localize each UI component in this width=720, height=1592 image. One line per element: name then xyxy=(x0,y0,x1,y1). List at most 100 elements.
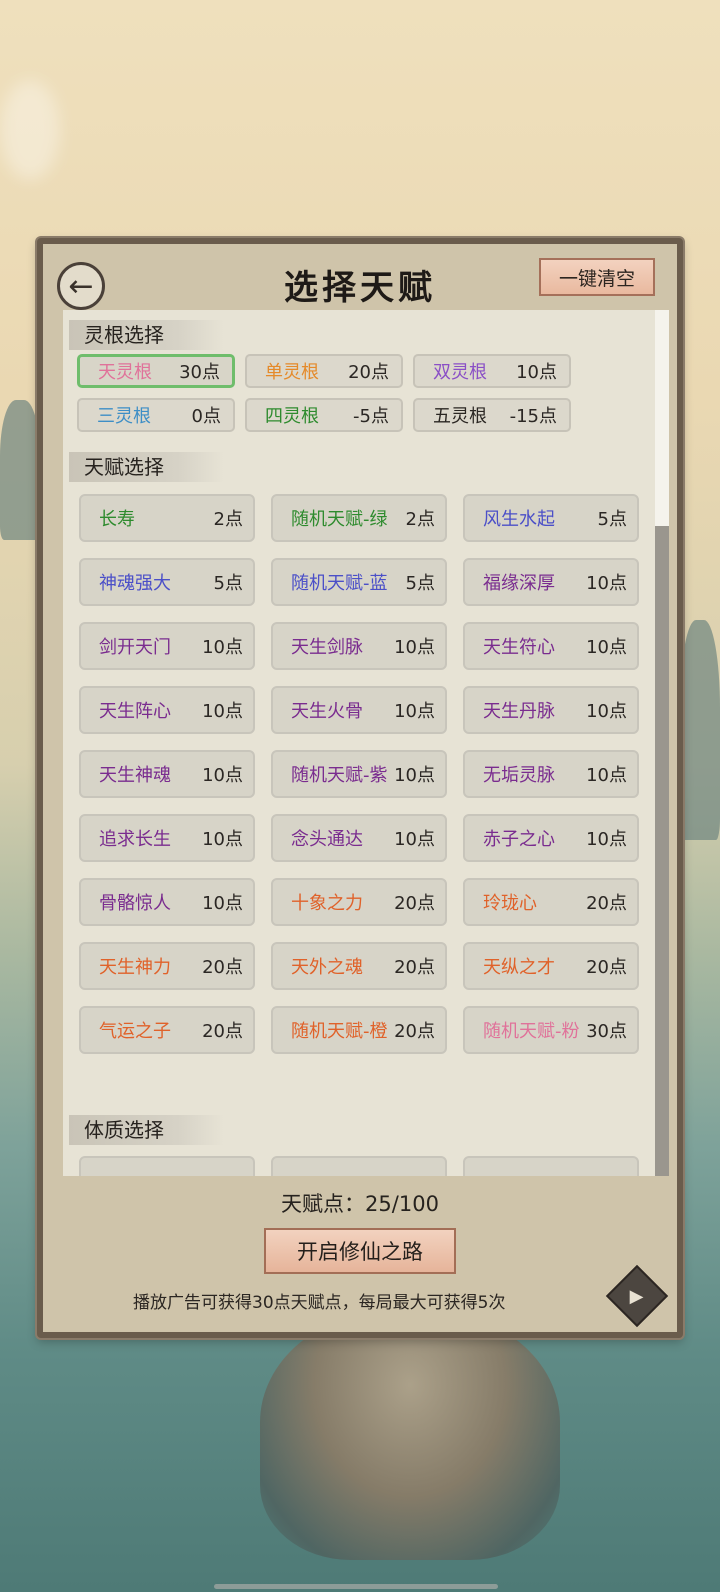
talent-name: 天生符心 xyxy=(483,637,555,658)
talent-name: 无垢灵脉 xyxy=(483,765,555,786)
talent-card[interactable]: 骨骼惊人 10点 xyxy=(79,878,255,926)
talent-name: 骨骼惊人 xyxy=(99,893,171,914)
talent-card[interactable]: 风生水起 5点 xyxy=(463,494,639,542)
clear-all-button[interactable]: 一键清空 xyxy=(539,258,655,296)
root-option-points: 10点 xyxy=(516,362,557,383)
talent-card[interactable]: 随机天赋-紫 10点 xyxy=(271,750,447,798)
scrollbar-thumb[interactable] xyxy=(655,526,669,1176)
talent-card[interactable]: 神魂强大 5点 xyxy=(79,558,255,606)
talent-name: 随机天赋-蓝 xyxy=(291,573,388,594)
background-cloud xyxy=(0,80,60,180)
root-option-shuang[interactable]: 双灵根 10点 xyxy=(413,354,571,388)
root-option-name: 三灵根 xyxy=(97,406,151,427)
root-option-san[interactable]: 三灵根 0点 xyxy=(77,398,235,432)
talent-name: 长寿 xyxy=(99,509,135,530)
talent-name: 念头通达 xyxy=(291,829,363,850)
talent-name: 十象之力 xyxy=(291,893,363,914)
root-option-name: 双灵根 xyxy=(433,362,487,383)
talent-card[interactable]: 天生神力 20点 xyxy=(79,942,255,990)
talent-card[interactable]: 气运之子 20点 xyxy=(79,1006,255,1054)
talent-points: 10点 xyxy=(586,829,627,850)
root-option-name: 四灵根 xyxy=(265,406,319,427)
talent-name: 随机天赋-橙 xyxy=(291,1021,388,1042)
section-title-talent: 天赋选择 xyxy=(69,452,224,482)
talent-points: 10点 xyxy=(202,765,243,786)
talent-card[interactable]: 天生神魂 10点 xyxy=(79,750,255,798)
background-mountain-left xyxy=(0,400,40,540)
play-ad-button[interactable]: ▶ xyxy=(605,1264,669,1328)
talent-name: 追求长生 xyxy=(99,829,171,850)
talent-card[interactable]: 赤子之心 10点 xyxy=(463,814,639,862)
background-rock-island xyxy=(260,1310,560,1560)
talent-card[interactable]: 随机天赋-蓝 5点 xyxy=(271,558,447,606)
talent-points: 2点 xyxy=(405,509,435,530)
root-option-dan[interactable]: 单灵根 20点 xyxy=(245,354,403,388)
talent-points: 20点 xyxy=(202,957,243,978)
talent-card[interactable]: 天纵之才 20点 xyxy=(463,942,639,990)
root-option-points: 20点 xyxy=(348,362,389,383)
root-option-points: 30点 xyxy=(179,362,220,383)
talent-card[interactable]: 十象之力 20点 xyxy=(271,878,447,926)
talent-points: 10点 xyxy=(202,637,243,658)
talent-points: 20点 xyxy=(202,1021,243,1042)
talent-name: 赤子之心 xyxy=(483,829,555,850)
talent-card[interactable]: 随机天赋-粉 30点 xyxy=(463,1006,639,1054)
physique-card-partial[interactable] xyxy=(79,1156,255,1176)
talent-card[interactable]: 天外之魂 20点 xyxy=(271,942,447,990)
talent-points: 5点 xyxy=(597,509,627,530)
talent-card[interactable]: 天生火骨 10点 xyxy=(271,686,447,734)
play-icon: ▶ xyxy=(630,1285,644,1307)
talent-name: 天生火骨 xyxy=(291,701,363,722)
talent-card[interactable]: 无垢灵脉 10点 xyxy=(463,750,639,798)
talent-points: 20点 xyxy=(394,1021,435,1042)
talent-name: 神魂强大 xyxy=(99,573,171,594)
talent-card[interactable]: 天生符心 10点 xyxy=(463,622,639,670)
talent-points: 10点 xyxy=(394,765,435,786)
talent-points: 20点 xyxy=(394,957,435,978)
root-option-name: 单灵根 xyxy=(265,362,319,383)
root-option-wu[interactable]: 五灵根 -15点 xyxy=(413,398,571,432)
talent-points: 10点 xyxy=(202,701,243,722)
talent-points: 10点 xyxy=(586,765,627,786)
talent-card[interactable]: 追求长生 10点 xyxy=(79,814,255,862)
talent-card[interactable]: 念头通达 10点 xyxy=(271,814,447,862)
root-option-tian[interactable]: 天灵根 30点 xyxy=(77,354,235,388)
talent-name: 天纵之才 xyxy=(483,957,555,978)
talent-card[interactable]: 随机天赋-绿 2点 xyxy=(271,494,447,542)
talent-name: 天生阵心 xyxy=(99,701,171,722)
talent-card[interactable]: 天生丹脉 10点 xyxy=(463,686,639,734)
talent-card[interactable]: 福缘深厚 10点 xyxy=(463,558,639,606)
root-option-si[interactable]: 四灵根 -5点 xyxy=(245,398,403,432)
talent-points-value: 25/100 xyxy=(365,1192,439,1216)
home-indicator[interactable] xyxy=(214,1584,498,1589)
talent-points: 10点 xyxy=(202,829,243,850)
talent-scroll-area[interactable]: 灵根选择 天灵根 30点 单灵根 20点 双灵根 10点 三灵根 0点 四灵根 … xyxy=(63,310,669,1176)
section-title-physique: 体质选择 xyxy=(69,1115,224,1145)
talent-points: 10点 xyxy=(586,701,627,722)
talent-points: 10点 xyxy=(586,573,627,594)
talent-name: 天生剑脉 xyxy=(291,637,363,658)
talent-points: 2点 xyxy=(213,509,243,530)
talent-name: 天生神力 xyxy=(99,957,171,978)
talent-points: 20点 xyxy=(394,893,435,914)
talent-points: 5点 xyxy=(405,573,435,594)
talent-name: 随机天赋-粉 xyxy=(483,1021,580,1042)
talent-card[interactable]: 剑开天门 10点 xyxy=(79,622,255,670)
talent-points: 10点 xyxy=(394,701,435,722)
talent-card[interactable]: 玲珑心 20点 xyxy=(463,878,639,926)
talent-points: 20点 xyxy=(586,893,627,914)
talent-card[interactable]: 天生阵心 10点 xyxy=(79,686,255,734)
physique-card-partial[interactable] xyxy=(271,1156,447,1176)
talent-points: 30点 xyxy=(586,1021,627,1042)
talent-card[interactable]: 天生剑脉 10点 xyxy=(271,622,447,670)
talent-card[interactable]: 长寿 2点 xyxy=(79,494,255,542)
talent-card[interactable]: 随机天赋-橙 20点 xyxy=(271,1006,447,1054)
section-title-root: 灵根选择 xyxy=(69,320,224,350)
talent-name: 天外之魂 xyxy=(291,957,363,978)
talent-name: 天生神魂 xyxy=(99,765,171,786)
root-option-name: 天灵根 xyxy=(98,362,152,383)
ad-reward-text: 播放广告可获得30点天赋点，每局最大可获得5次 xyxy=(133,1293,506,1313)
talent-name: 剑开天门 xyxy=(99,637,171,658)
physique-card-partial[interactable] xyxy=(463,1156,639,1176)
start-cultivation-button[interactable]: 开启修仙之路 xyxy=(264,1228,456,1274)
